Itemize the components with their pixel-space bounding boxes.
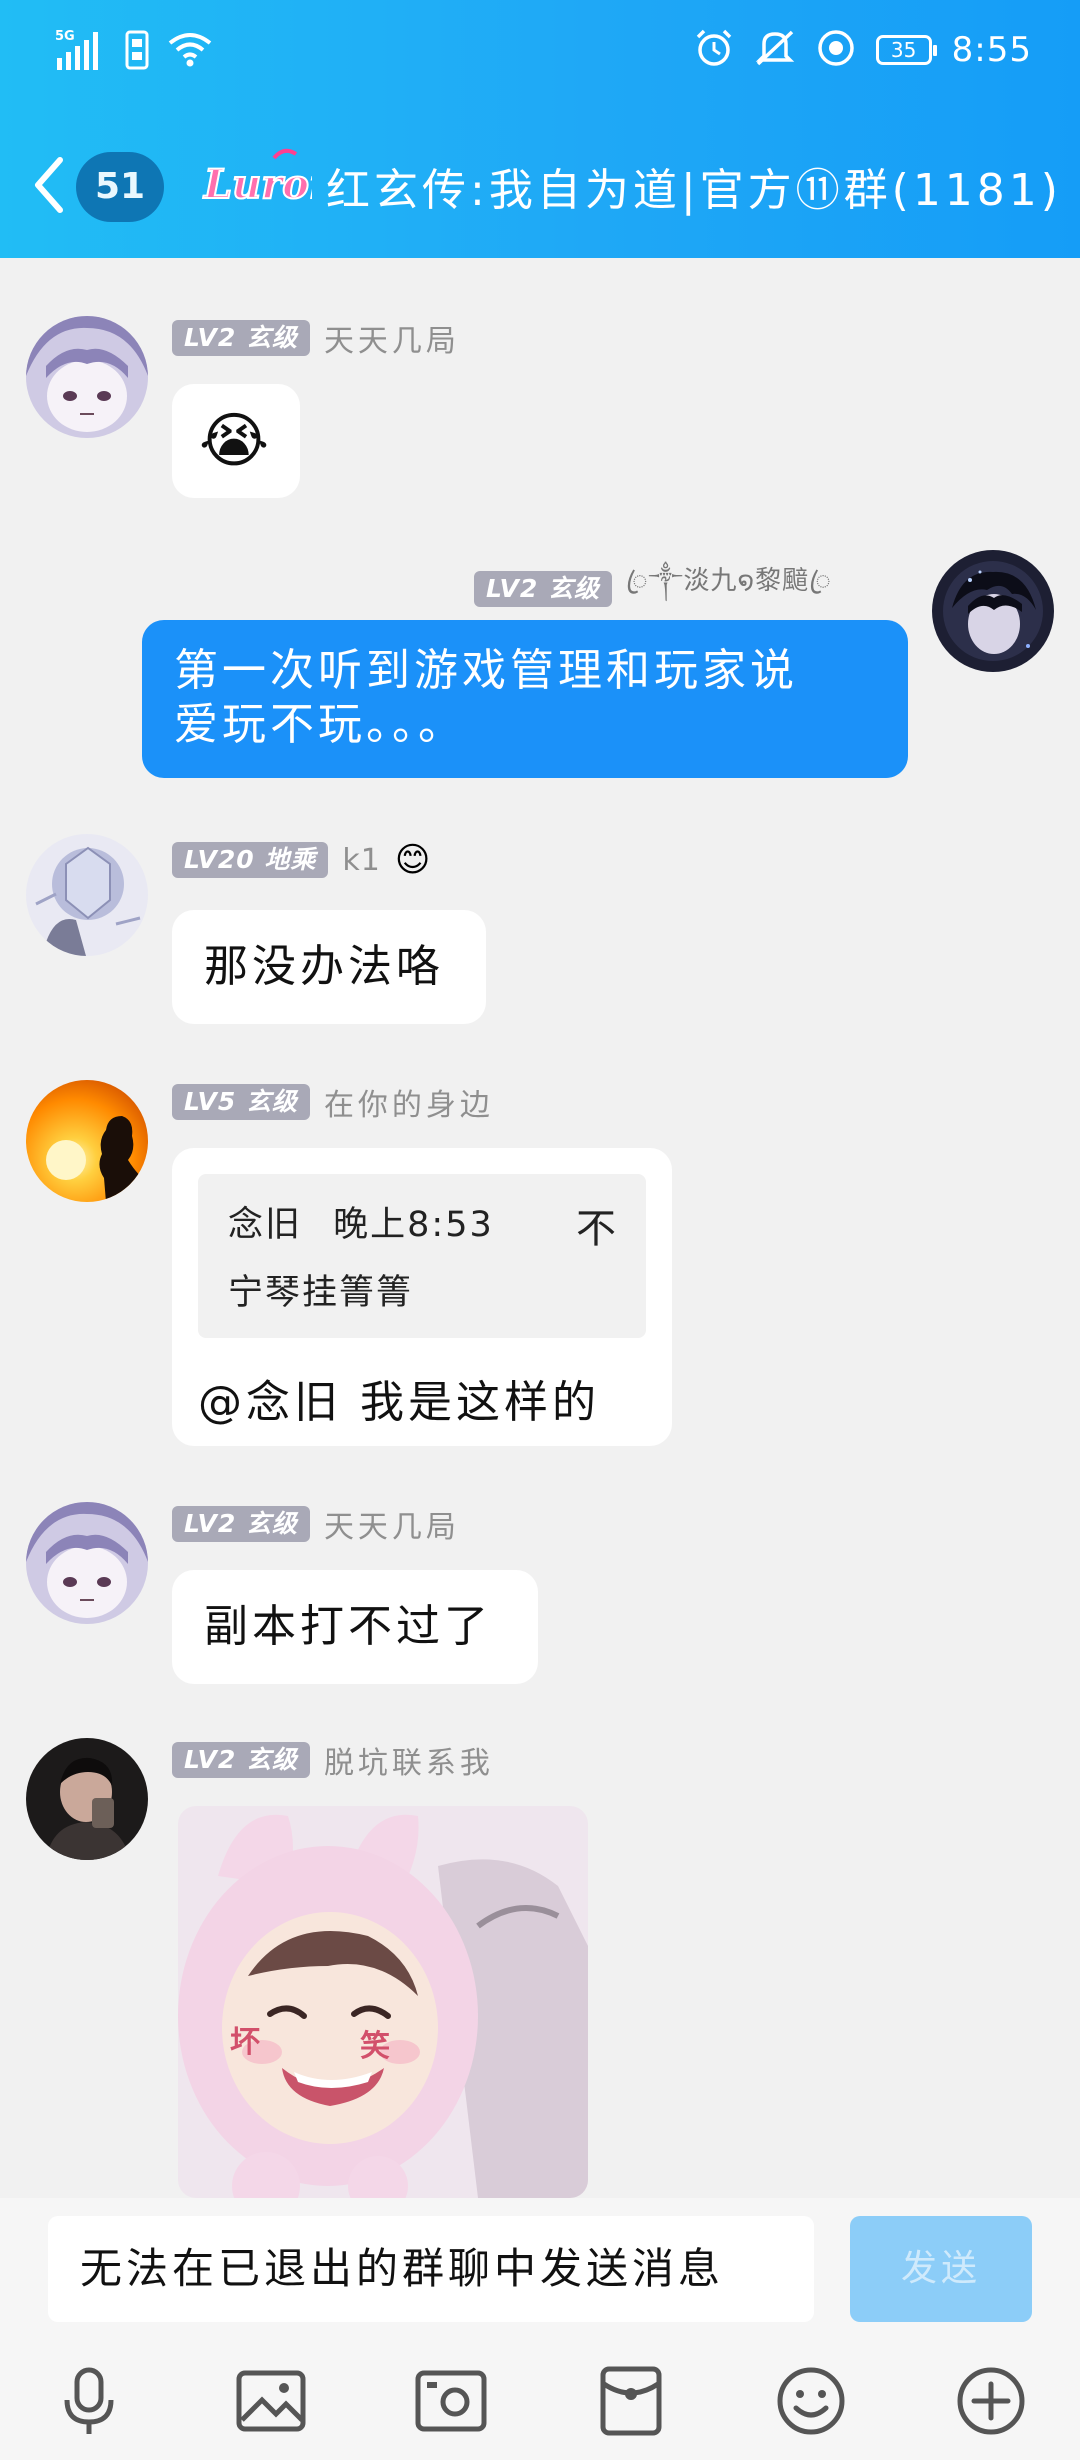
mute-icon (754, 28, 796, 72)
level-badge: LV2 玄级 (474, 570, 612, 607)
red-packet-icon (600, 2366, 662, 2440)
chevron-left-icon (34, 156, 64, 218)
sender-info: LV5 玄级 在你的身边 (172, 1080, 494, 1124)
sender-name[interactable]: ꦿ༒淡九໑黎䬓ꦿ (626, 552, 832, 625)
message-bubble[interactable]: 😭 (172, 384, 300, 498)
avatar[interactable] (26, 316, 148, 438)
message-bubble[interactable]: 副本打不过了 (172, 1570, 538, 1684)
input-toolbar (0, 2358, 1080, 2458)
avatar[interactable] (26, 834, 148, 956)
sender-name[interactable]: 天天几局 (324, 316, 460, 360)
camera-button[interactable] (406, 2358, 496, 2448)
unread-count-badge: 51 (76, 152, 164, 222)
svg-text:笑: 笑 (360, 2029, 390, 2064)
avatar[interactable] (26, 1080, 148, 1202)
sim-card-icon (125, 30, 149, 74)
nav-bar: 51 Luron 红玄传:我自为道|官方⑪群(1181) (0, 130, 1080, 240)
signal-icon: 5G (55, 28, 107, 76)
sender-name[interactable]: k1 (342, 843, 380, 878)
level-badge: LV2 玄级 (172, 1506, 310, 1542)
battery-icon: 35 (875, 35, 937, 65)
send-button[interactable]: 发送 (850, 2216, 1032, 2322)
quote-text: 宁琴挂箐箐 (228, 1273, 414, 1313)
clock: 8:55 (951, 30, 1032, 70)
more-button[interactable] (946, 2358, 1036, 2448)
level-badge: LV2 玄级 (172, 1742, 310, 1778)
input-area: 无法在已退出的群聊中发送消息 发送 (0, 2198, 1080, 2460)
red-packet-button[interactable] (586, 2358, 676, 2448)
quote-header: 念旧 晚上8:53 (228, 1196, 494, 1247)
sender-info: LV2 玄级 ꦿ༒淡九໑黎䬓ꦿ (474, 552, 832, 625)
message-text: @念旧 我是这样的 (198, 1377, 600, 1428)
image-icon (236, 2370, 306, 2436)
status-bar: 5G 35 8:55 (0, 0, 1080, 110)
level-badge: LV5 玄级 (172, 1084, 310, 1120)
message-text: 爱玩不玩。。。 (174, 699, 466, 750)
voice-button[interactable] (44, 2358, 134, 2448)
quote-text: 不 (576, 1206, 618, 1252)
smiley-icon (776, 2366, 846, 2440)
sender-name[interactable]: 天天几局 (324, 1502, 460, 1546)
sender-info: LV2 玄级 天天几局 (172, 1502, 460, 1546)
svg-text:5G: 5G (55, 29, 75, 44)
back-button[interactable]: 51 (34, 152, 194, 222)
camera-icon (415, 2370, 487, 2436)
plus-circle-icon (956, 2366, 1026, 2440)
avatar[interactable] (932, 550, 1054, 672)
location-icon (816, 28, 856, 72)
microphone-icon (59, 2366, 119, 2440)
sender-info: LV2 玄级 脱坑联系我 (172, 1738, 494, 1782)
sticker-image[interactable]: 坏 笑 (178, 1806, 588, 2198)
quote-time: 晚上8:53 (333, 1205, 494, 1245)
avatar[interactable] (26, 1738, 148, 1860)
avatar[interactable] (26, 1502, 148, 1624)
level-badge: LV20 地乘 (172, 842, 329, 878)
sender-name[interactable]: 在你的身边 (324, 1080, 494, 1124)
message-input[interactable]: 无法在已退出的群聊中发送消息 (48, 2216, 814, 2322)
group-logo: Luron (200, 144, 339, 214)
chat-header: 5G 35 8:55 51 Luro 红玄传:我自为道|官方⑪群(1181) (0, 0, 1080, 258)
message-bubble[interactable]: 念旧 晚上8:53 不 宁琴挂箐箐 @念旧 我是这样的 (172, 1148, 672, 1446)
message-bubble[interactable]: 第一次听到游戏管理和玩家说 爱玩不玩。。。 (142, 620, 908, 778)
image-button[interactable] (226, 2358, 316, 2448)
svg-text:坏: 坏 (230, 2025, 260, 2060)
sender-name[interactable]: 脱坑联系我 (324, 1738, 494, 1782)
wifi-icon (167, 31, 213, 73)
quote-author: 念旧 (228, 1205, 303, 1245)
sender-info: LV2 玄级 天天几局 (172, 316, 460, 360)
quoted-message[interactable]: 念旧 晚上8:53 不 宁琴挂箐箐 (198, 1174, 646, 1338)
sender-info: LV20 地乘 k1 😊 (172, 840, 430, 880)
alarm-icon (694, 28, 734, 72)
group-title: 红玄传:我自为道|官方⑪群(1181) (326, 165, 1062, 216)
message-bubble[interactable]: 那没办法咯 (172, 910, 486, 1024)
flower-badge-icon: 😊 (394, 840, 431, 880)
emoji-button[interactable] (766, 2358, 856, 2448)
message-text: 第一次听到游戏管理和玩家说 (174, 645, 798, 696)
svg-text:Luron: Luron (203, 161, 312, 208)
level-badge: LV2 玄级 (172, 320, 310, 356)
